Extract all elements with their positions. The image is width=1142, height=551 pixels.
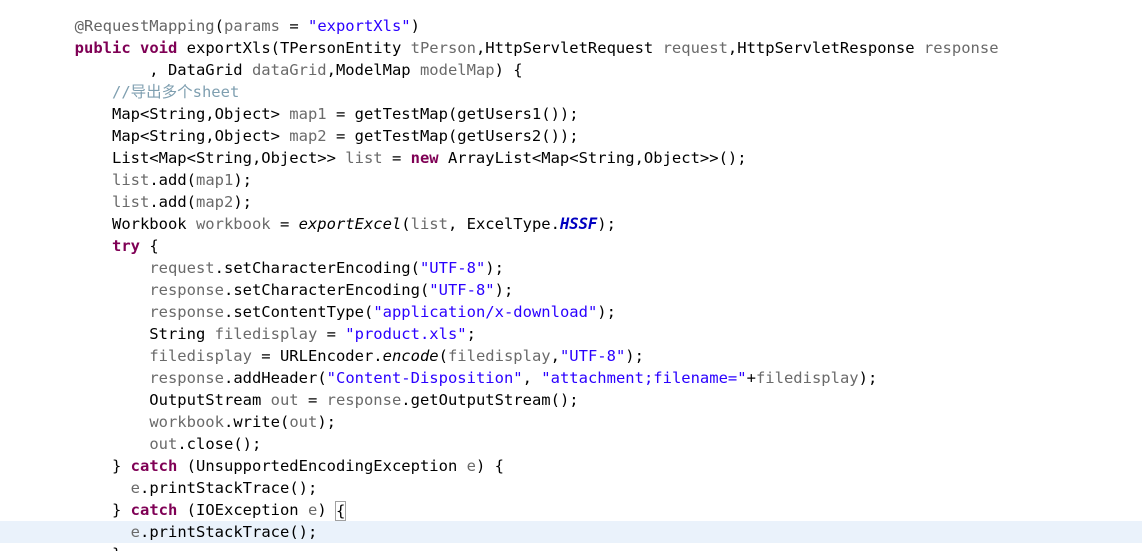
code-line-21-text: } catch (UnsupportedEncodingException e)… — [37, 457, 504, 475]
code-line-8-text: list.add(map1); — [111, 171, 252, 189]
code-line-7-text: List<Map<String,Object>> list = new Arra… — [37, 149, 747, 167]
code-line-26-clipped[interactable] — [0, 543, 1142, 551]
code-line-16-text: filedisplay = URLEncoder.encode(filedisp… — [149, 347, 644, 365]
code-line-6-text: Map<String,Object> map2 = getTestMap(get… — [37, 127, 579, 145]
code-line-12-text: request.setCharacterEncoding("UTF-8"); — [149, 259, 504, 277]
code-line-5-text: Map<String,Object> map1 = getTestMap(get… — [37, 105, 579, 123]
code-line-18-text: OutputStream out = response.getOutputStr… — [37, 391, 579, 409]
code-line-14-text: response.setContentType("application/x-d… — [149, 303, 616, 321]
code-line-9-text: list.add(map2); — [111, 193, 252, 211]
code-line-3-text: , DataGrid dataGrid,ModelMap modelMap) { — [37, 61, 523, 79]
code-line-13-text: response.setCharacterEncoding("UTF-8"); — [149, 281, 514, 299]
code-line-2-text: public void exportXls(TPersonEntity tPer… — [74, 39, 999, 57]
code-line-17-text: response.addHeader("Content-Disposition"… — [149, 369, 878, 387]
code-line-4-text: //导出多个sheet — [111, 83, 240, 101]
code-line-1-text: @RequestMapping(params = "exportXls") — [74, 17, 420, 35]
code-line-22-text: e.printStackTrace(); — [130, 479, 318, 497]
code-editor-viewport[interactable]: @RequestMapping(params = "exportXls") pu… — [0, 0, 1142, 551]
code-line-10-text: Workbook workbook = exportExcel(list, Ex… — [37, 215, 616, 233]
code-line-19-text: workbook.write(out); — [149, 413, 336, 431]
code-line-12[interactable]: request.setCharacterEncoding("UTF-8"); — [0, 235, 1142, 277]
code-line-25-text: } — [37, 545, 121, 551]
code-line-20-text: out.close(); — [149, 435, 262, 453]
code-line-15-text: String filedisplay = "product.xls"; — [37, 325, 476, 343]
code-line-24-text: e.printStackTrace(); — [130, 523, 318, 541]
code-line-23-text: } catch (IOException e) { — [37, 501, 347, 521]
code-line-1[interactable]: @RequestMapping(params = "exportXls") — [0, 0, 1142, 35]
brace-match-indicator: { — [335, 501, 347, 521]
code-line-11-text: try { — [111, 237, 159, 255]
